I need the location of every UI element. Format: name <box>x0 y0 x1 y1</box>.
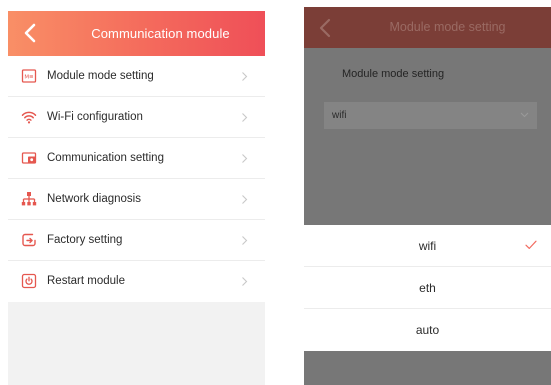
mode-select[interactable]: wifi <box>324 102 537 129</box>
menu-item-module-mode[interactable]: M≡ Module mode setting <box>8 56 265 97</box>
menu-item-restart-module[interactable]: Restart module <box>8 261 265 302</box>
settings-menu: M≡ Module mode setting Wi-Fi configurati… <box>8 56 265 302</box>
option-label: auto <box>415 323 440 337</box>
back-button[interactable] <box>317 17 335 39</box>
page-title: Module mode setting <box>389 20 506 34</box>
menu-item-label: Factory setting <box>47 234 123 246</box>
svg-text:M≡: M≡ <box>24 75 34 81</box>
chevron-right-icon <box>241 276 248 287</box>
chevron-left-icon <box>24 23 36 43</box>
mode-options-sheet: wifi eth auto <box>304 225 551 351</box>
mode-select-value: wifi <box>332 110 347 121</box>
chevron-right-icon <box>241 194 248 205</box>
chevron-right-icon <box>241 71 248 82</box>
checkmark-icon <box>525 240 537 250</box>
header-bar: Communication module <box>8 11 265 56</box>
communication-icon <box>21 150 37 166</box>
communication-module-screen: Communication module M≡ Module mode sett… <box>8 11 265 385</box>
page-title: Communication module <box>91 26 230 41</box>
menu-item-label: Wi-Fi configuration <box>47 111 143 123</box>
menu-item-communication-setting[interactable]: Communication setting <box>8 138 265 179</box>
header-bar: Module mode setting <box>304 7 551 48</box>
setting-label: Module mode setting <box>342 68 445 80</box>
module-mode-setting-screen: Module mode setting Module mode setting … <box>304 7 551 385</box>
chevron-right-icon <box>241 235 248 246</box>
chevron-down-icon <box>520 112 529 118</box>
menu-item-label: Network diagnosis <box>47 193 141 205</box>
module-mode-icon: M≡ <box>21 68 37 84</box>
menu-item-label: Communication setting <box>47 152 164 164</box>
option-label: wifi <box>418 239 437 253</box>
wifi-icon <box>21 109 37 125</box>
restart-icon <box>21 273 37 289</box>
chevron-left-icon <box>319 18 331 38</box>
option-eth[interactable]: eth <box>304 267 551 309</box>
option-auto[interactable]: auto <box>304 309 551 351</box>
network-icon <box>21 191 37 207</box>
option-wifi[interactable]: wifi <box>304 225 551 267</box>
chevron-right-icon <box>241 153 248 164</box>
menu-item-wifi-configuration[interactable]: Wi-Fi configuration <box>8 97 265 138</box>
menu-item-factory-setting[interactable]: Factory setting <box>8 220 265 261</box>
menu-item-label: Module mode setting <box>47 70 154 82</box>
back-button[interactable] <box>22 22 40 44</box>
factory-reset-icon <box>21 232 37 248</box>
menu-item-network-diagnosis[interactable]: Network diagnosis <box>8 179 265 220</box>
option-label: eth <box>419 281 436 295</box>
menu-item-label: Restart module <box>47 275 125 287</box>
chevron-right-icon <box>241 112 248 123</box>
